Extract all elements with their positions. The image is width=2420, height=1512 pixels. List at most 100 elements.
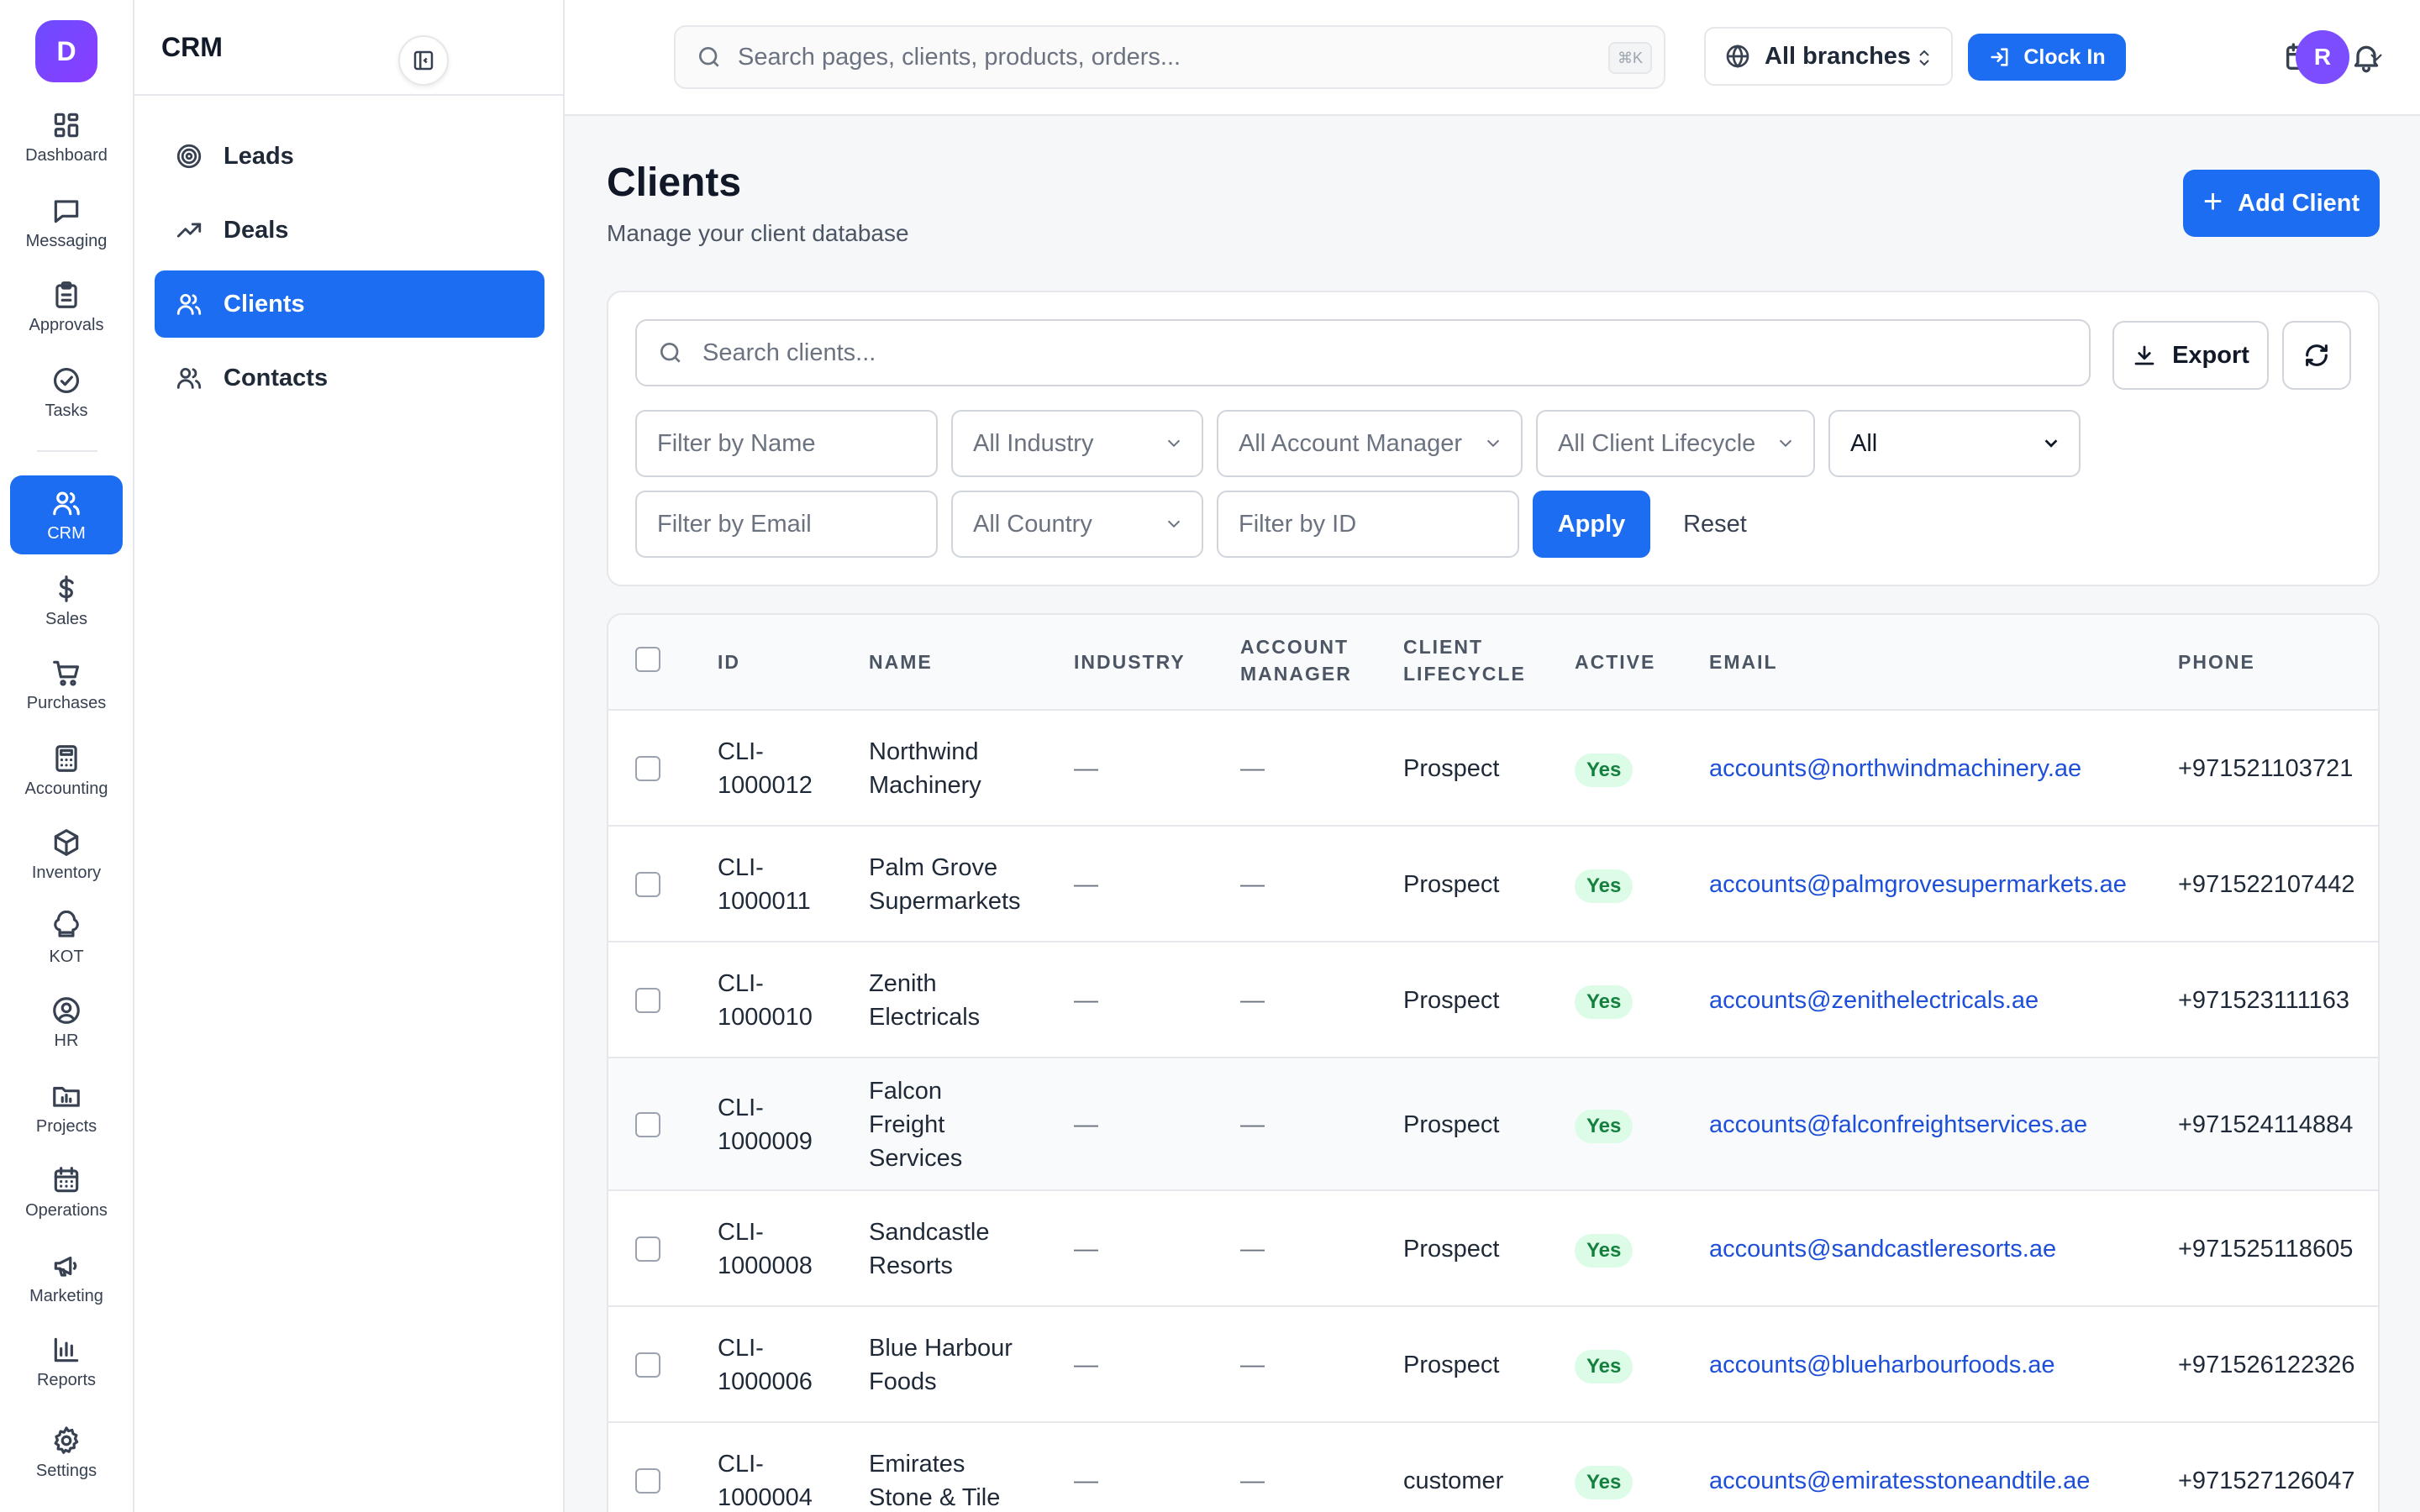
row-checkbox[interactable] bbox=[635, 1352, 660, 1378]
workspace-logo[interactable]: D bbox=[35, 20, 97, 82]
row-checkbox[interactable] bbox=[635, 756, 660, 781]
check-circle-icon bbox=[53, 367, 80, 393]
row-checkbox[interactable] bbox=[635, 1236, 660, 1262]
table-row[interactable]: CLI- 1000008 Sandcastle Resorts — — Prospect Ye… bbox=[608, 1191, 2378, 1307]
status-select[interactable]: All bbox=[1828, 410, 2081, 477]
apply-button[interactable]: Apply bbox=[1533, 491, 1650, 558]
rail-item-label: Settings bbox=[35, 1461, 97, 1480]
refresh-button[interactable] bbox=[2282, 321, 2351, 390]
row-checkbox[interactable] bbox=[635, 1112, 660, 1137]
client-account-manager: — bbox=[1240, 987, 1265, 1014]
add-client-button[interactable]: + Add Client bbox=[2183, 170, 2380, 237]
reset-button[interactable]: Reset bbox=[1669, 491, 1761, 558]
rail-item-messaging[interactable]: Messaging bbox=[10, 183, 123, 262]
rail-item-reports[interactable]: Reports bbox=[10, 1322, 123, 1401]
filter-name-placeholder: Filter by Name bbox=[657, 429, 816, 457]
trend-up-icon bbox=[176, 223, 202, 238]
submenu-item-contacts[interactable]: Contacts bbox=[155, 344, 544, 412]
row-checkbox[interactable] bbox=[635, 1468, 660, 1494]
client-email-link[interactable]: accounts@emiratesstoneandtile.ae bbox=[1709, 1464, 2090, 1498]
filter-name-input[interactable]: Filter by Name bbox=[635, 410, 938, 477]
rail-item-dashboard[interactable]: Dashboard bbox=[10, 97, 123, 176]
rail-item-sales[interactable]: Sales bbox=[10, 561, 123, 640]
column-header-name[interactable]: NAME bbox=[869, 648, 933, 675]
table-row[interactable]: CLI- 1000011 Palm Grove Supermarkets — — Prosp… bbox=[608, 827, 2378, 942]
client-industry: — bbox=[1074, 1352, 1098, 1378]
chevron-down-icon bbox=[1167, 439, 1181, 448]
rail-item-label: KOT bbox=[49, 947, 84, 966]
table-row[interactable]: CLI- 1000010 Zenith Electricals — — Prospect Ye… bbox=[608, 942, 2378, 1058]
table-row[interactable]: CLI- 1000009 Falcon Freight Services — — Prospe… bbox=[608, 1058, 2378, 1191]
client-name-line: Resorts bbox=[869, 1252, 953, 1279]
chevron-down-icon[interactable] bbox=[2365, 47, 2388, 67]
industry-dropdown[interactable]: All Industry bbox=[951, 410, 1203, 477]
branch-selector[interactable]: All branches bbox=[1704, 27, 1953, 86]
clock-in-button[interactable]: Clock In bbox=[1968, 34, 2126, 81]
client-name[interactable]: Blue Harbour Foods bbox=[869, 1331, 1013, 1399]
submenu-item-clients[interactable]: Clients bbox=[155, 270, 544, 338]
client-search-input[interactable]: Search clients... bbox=[635, 319, 2091, 386]
client-name[interactable]: Zenith Electricals bbox=[869, 967, 980, 1034]
globe-icon bbox=[1726, 45, 1749, 68]
client-email-link[interactable]: accounts@falconfreightservices.ae bbox=[1709, 1108, 2087, 1142]
submenu-item-deals[interactable]: Deals bbox=[155, 197, 544, 264]
column-header-client-lifecycle[interactable]: CLIENT LIFECYCLE bbox=[1403, 633, 1526, 687]
account-manager-dropdown[interactable]: All Account Manager bbox=[1217, 410, 1523, 477]
client-account-manager: — bbox=[1240, 755, 1265, 782]
chevron-down-icon bbox=[1167, 520, 1181, 528]
column-header-phone[interactable]: PHONE bbox=[2178, 648, 2255, 675]
global-search-input[interactable]: Search pages, clients, products, orders.… bbox=[674, 25, 1665, 89]
rail-item-accounting[interactable]: Accounting bbox=[10, 731, 123, 810]
active-status-badge: Yes bbox=[1575, 1350, 1634, 1383]
filter-id-input[interactable]: Filter by ID bbox=[1217, 491, 1519, 558]
megaphone-icon bbox=[54, 1256, 77, 1277]
client-name-line: Blue Harbour bbox=[869, 1335, 1013, 1362]
client-email-link[interactable]: accounts@northwindmachinery.ae bbox=[1709, 752, 2081, 785]
target-icon bbox=[176, 144, 202, 169]
column-header-id[interactable]: ID bbox=[718, 648, 740, 675]
client-name[interactable]: Sandcastle Resorts bbox=[869, 1215, 990, 1283]
rail-item-marketing[interactable]: Marketing bbox=[10, 1238, 123, 1317]
column-header-account-manager[interactable]: ACCOUNT MANAGER bbox=[1240, 633, 1352, 687]
gear-icon bbox=[54, 1425, 79, 1454]
rail-item-settings[interactable]: Settings bbox=[10, 1413, 123, 1492]
rail-item-crm[interactable]: CRM bbox=[10, 475, 123, 554]
rail-item-inventory[interactable]: Inventory bbox=[10, 815, 123, 894]
chevron-down-icon bbox=[2044, 439, 2058, 448]
table-row[interactable]: CLI- 1000004 Emirates Stone & Tile — — custome… bbox=[608, 1423, 2378, 1512]
column-header-industry[interactable]: INDUSTRY bbox=[1074, 648, 1186, 675]
rail-item-projects[interactable]: Projects bbox=[10, 1068, 123, 1147]
column-header-email[interactable]: EMAIL bbox=[1709, 648, 1778, 675]
client-email-link[interactable]: accounts@sandcastleresorts.ae bbox=[1709, 1232, 2056, 1266]
rail-item-tasks[interactable]: Tasks bbox=[10, 353, 123, 432]
client-name[interactable]: Falcon Freight Services bbox=[869, 1074, 962, 1175]
client-industry: — bbox=[1074, 871, 1098, 898]
column-header-active[interactable]: ACTIVE bbox=[1575, 648, 1655, 675]
rail-item-operations[interactable]: Operations bbox=[10, 1152, 123, 1231]
filter-email-input[interactable]: Filter by Email bbox=[635, 491, 938, 558]
client-email-link[interactable]: accounts@blueharbourfoods.ae bbox=[1709, 1348, 2055, 1382]
user-avatar[interactable]: R bbox=[2296, 30, 2349, 84]
client-name[interactable]: Northwind Machinery bbox=[869, 735, 981, 802]
client-lifecycle: Prospect bbox=[1403, 871, 1500, 898]
row-checkbox[interactable] bbox=[635, 988, 660, 1013]
client-lifecycle-dropdown[interactable]: All Client Lifecycle bbox=[1536, 410, 1815, 477]
client-email-link[interactable]: accounts@palmgrovesupermarkets.ae bbox=[1709, 868, 2127, 901]
submenu-item-leads[interactable]: Leads bbox=[155, 123, 544, 190]
client-name[interactable]: Palm Grove Supermarkets bbox=[869, 851, 1021, 918]
client-id-line: 1000008 bbox=[718, 1252, 813, 1279]
client-name[interactable]: Emirates Stone & Tile bbox=[869, 1447, 1000, 1512]
client-id-line: 1000011 bbox=[718, 888, 811, 915]
country-dropdown[interactable]: All Country bbox=[951, 491, 1203, 558]
row-checkbox[interactable] bbox=[635, 872, 660, 897]
select-all-checkbox[interactable] bbox=[635, 647, 660, 672]
rail-item-approvals[interactable]: Approvals bbox=[10, 267, 123, 346]
table-row[interactable]: CLI- 1000006 Blue Harbour Foods — — Prospect Ye… bbox=[608, 1307, 2378, 1423]
rail-item-hr[interactable]: HR bbox=[10, 983, 123, 1062]
client-email-link[interactable]: accounts@zenithelectricals.ae bbox=[1709, 984, 2039, 1017]
rail-item-kot[interactable]: KOT bbox=[10, 899, 123, 978]
table-row[interactable]: CLI- 1000012 Northwind Machinery — — Prospect Y… bbox=[608, 711, 2378, 827]
collapse-sidebar-button[interactable] bbox=[398, 35, 449, 86]
export-button[interactable]: Export bbox=[2112, 321, 2269, 390]
rail-item-purchases[interactable]: Purchases bbox=[10, 645, 123, 724]
